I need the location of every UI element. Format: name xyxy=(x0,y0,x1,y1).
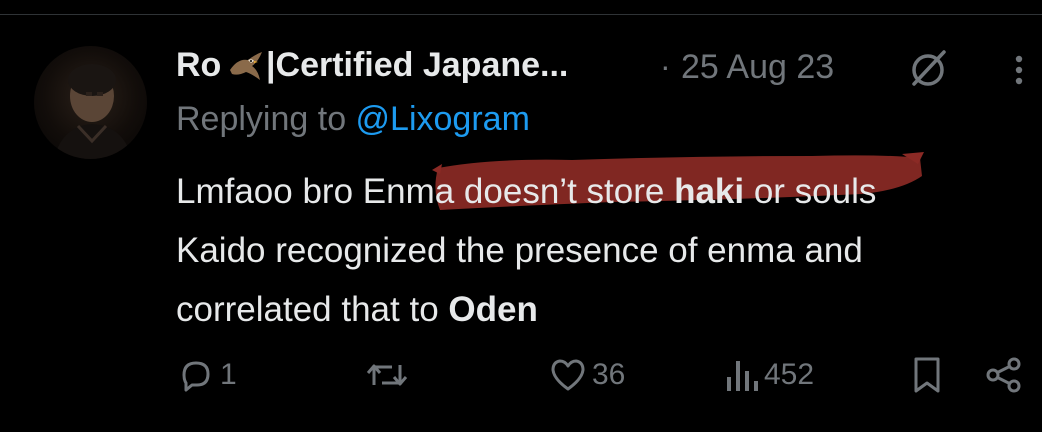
share-button[interactable] xyxy=(984,350,1024,400)
retweet-button[interactable] xyxy=(364,350,414,400)
replying-prefix: Replying to xyxy=(176,100,356,138)
like-icon xyxy=(551,359,585,391)
eagle-emoji-icon xyxy=(228,50,264,84)
replying-to: Replying to @Lixogram xyxy=(176,100,530,139)
timestamp[interactable]: 25 Aug 23 xyxy=(681,48,834,87)
body-line-1-b: or souls xyxy=(744,172,877,211)
bookmark-icon xyxy=(914,357,940,393)
body-line-3: correlated that to Oden xyxy=(176,280,1036,339)
avatar[interactable] xyxy=(34,46,147,159)
reply-count: 1 xyxy=(220,358,237,391)
body-line-1-a: Lmfaoo bro Enma doesn’t store xyxy=(176,172,675,211)
top-divider xyxy=(0,14,1042,15)
bookmark-button[interactable] xyxy=(910,350,944,400)
retweet-icon xyxy=(366,364,408,386)
separator-dot: · xyxy=(660,48,671,84)
display-name-prefix[interactable]: Ro xyxy=(176,46,221,85)
display-name-suffix[interactable]: |Certified Japane... xyxy=(266,46,568,85)
views-count: 452 xyxy=(764,358,815,391)
like-button[interactable]: 36 xyxy=(548,350,625,400)
body-bold-oden: Oden xyxy=(448,290,538,329)
views-icon xyxy=(727,361,758,391)
body-line-2: Kaido recognized the presence of enma an… xyxy=(176,231,863,270)
body-bold-haki: haki xyxy=(674,172,745,211)
tweet-header: Ro |Certified Japane... · 25 Aug 23 xyxy=(176,44,1023,90)
tweet-body: Lmfaoo bro Enma doesn’t store haki or so… xyxy=(176,162,1036,339)
replying-handle-link[interactable]: @Lixogram xyxy=(356,100,530,138)
body-line-1: Lmfaoo bro Enma doesn’t store haki or so… xyxy=(176,162,1036,221)
views-button[interactable]: 452 xyxy=(724,350,814,400)
body-line-3-a: correlated that to xyxy=(176,290,449,329)
reply-icon xyxy=(182,361,210,392)
like-count: 36 xyxy=(592,358,626,391)
reply-button[interactable]: 1 xyxy=(176,350,237,400)
share-icon xyxy=(986,357,1021,393)
action-bar: 1 36 452 xyxy=(176,350,1036,400)
more-icon[interactable] xyxy=(1012,50,1026,90)
grok-icon[interactable] xyxy=(906,46,950,90)
